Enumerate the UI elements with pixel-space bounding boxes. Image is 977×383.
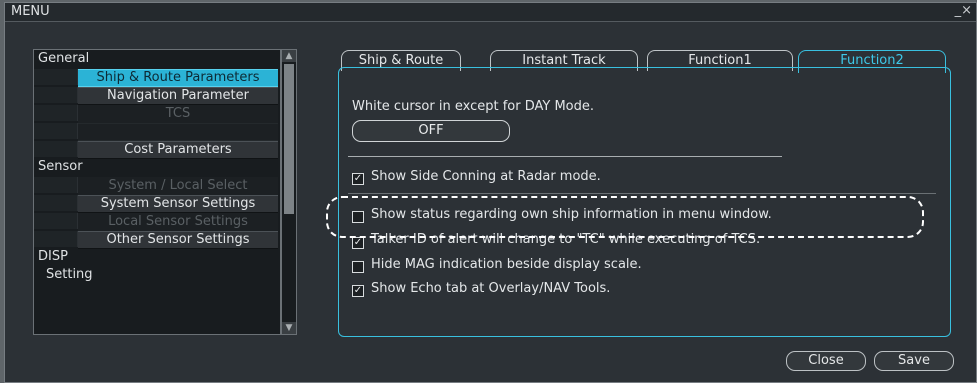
option-checkbox-3[interactable]	[352, 261, 364, 273]
tree-item-other-sensor-settings[interactable]: Other Sensor Settings	[78, 231, 278, 249]
window-controls[interactable]: _×	[955, 3, 972, 18]
tree-item-system-local-select: System / Local Select	[78, 177, 278, 195]
tree-scrollbar[interactable]: ▲ ▼	[281, 49, 297, 335]
tree-indent	[34, 87, 78, 103]
tree-item-local-sensor-settings: Local Sensor Settings	[78, 213, 278, 231]
highlight-callout	[326, 196, 924, 238]
option-checkbox-4[interactable]: ✓	[352, 285, 364, 297]
tree-item-cost-parameters[interactable]: Cost Parameters	[78, 141, 278, 159]
save-button[interactable]: Save	[874, 351, 954, 371]
divider	[348, 193, 936, 194]
option-checkbox-0[interactable]: ✓	[352, 173, 364, 185]
tree-group-disp[interactable]: DISP	[34, 248, 280, 266]
option-checkbox-2[interactable]: ✓	[352, 237, 364, 249]
option-label-3: Hide MAG indication beside display scale…	[371, 257, 642, 272]
tree-item-setting[interactable]: Setting	[34, 266, 280, 284]
tree-indent	[34, 105, 78, 121]
tree-indent	[34, 177, 78, 193]
scroll-down-icon[interactable]: ▼	[282, 322, 296, 334]
tree-item-system-sensor-settings[interactable]: System Sensor Settings	[78, 195, 278, 213]
close-button[interactable]: Close	[786, 351, 866, 371]
tree-group-general[interactable]: General	[34, 50, 280, 68]
tree-indent	[34, 213, 78, 229]
tree-indent	[34, 195, 78, 211]
divider	[348, 156, 782, 157]
cursor-setting-label: White cursor in except for DAY Mode.	[352, 99, 595, 114]
scroll-thumb[interactable]	[284, 64, 294, 214]
option-label-4: Show Echo tab at Overlay/NAV Tools.	[371, 281, 611, 296]
menu-tree: General Ship & Route Parameters Navigati…	[33, 49, 281, 335]
tree-item-navigation-parameter[interactable]: Navigation Parameter	[78, 87, 278, 105]
tree-indent	[34, 231, 78, 247]
tree-item-tcs: TCS	[78, 105, 278, 123]
title-bar: MENU _×	[5, 3, 976, 22]
tree-indent	[34, 69, 78, 85]
scroll-up-icon[interactable]: ▲	[282, 50, 296, 62]
cursor-toggle-button[interactable]: OFF	[352, 120, 510, 142]
tree-group-sensor[interactable]: Sensor	[34, 158, 280, 176]
window-title: MENU	[11, 4, 50, 19]
tree-item-ship-route-parameters[interactable]: Ship & Route Parameters	[78, 69, 278, 87]
tree-indent	[34, 141, 78, 157]
option-label-0: Show Side Conning at Radar mode.	[371, 169, 601, 184]
tree-indent	[34, 123, 78, 139]
tree-item-empty	[78, 123, 278, 141]
